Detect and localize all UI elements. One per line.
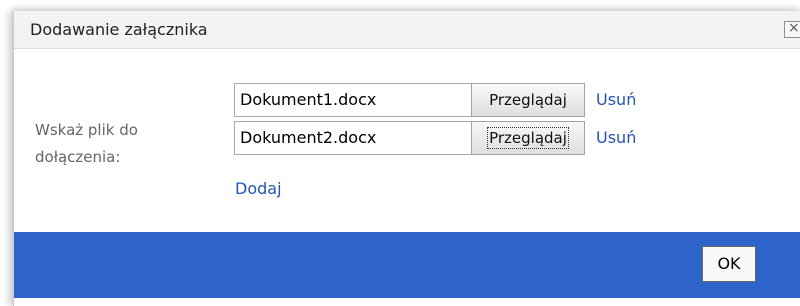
browse-button-label: Przeglądaj [489,91,567,109]
add-file-link[interactable]: Dodaj [235,179,282,198]
ok-button[interactable]: OK [702,246,756,282]
close-icon: × [788,21,800,36]
attachment-dialog: Dodawanie załącznika × Wskaż plik do doł… [13,11,800,306]
remove-link[interactable]: Usuń [596,90,636,109]
browse-button[interactable]: Przeglądaj [471,83,585,117]
browse-button-label: Przeglądaj [487,127,569,149]
remove-link[interactable]: Usuń [596,128,636,147]
browse-button[interactable]: Przeglądaj [471,121,585,155]
dialog-footer: OK [14,232,800,298]
file-field-label: Wskaż plik do dołączenia: [35,121,138,166]
file-input[interactable]: Dokument2.docx [234,121,472,155]
close-button[interactable]: × [784,21,800,38]
file-input[interactable]: Dokument1.docx [234,83,472,117]
dialog-titlebar: Dodawanie załącznika × [14,11,800,49]
dialog-title: Dodawanie załącznika [30,20,208,39]
